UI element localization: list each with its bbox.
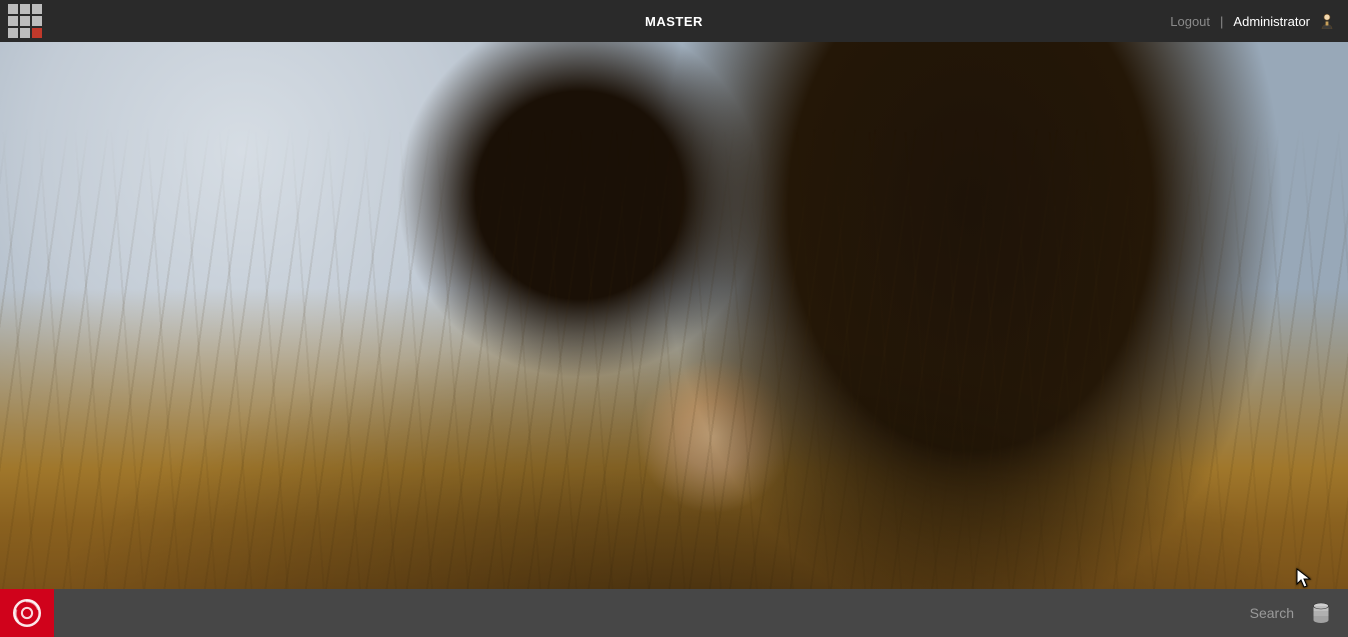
bottom-bar bbox=[0, 589, 1348, 637]
logout-link[interactable]: Logout bbox=[1170, 14, 1210, 29]
search-input[interactable] bbox=[1074, 605, 1294, 621]
user-avatar-icon[interactable] bbox=[1320, 13, 1334, 29]
top-bar: MASTER Logout | Administrator bbox=[0, 0, 1348, 42]
user-name[interactable]: Administrator bbox=[1233, 14, 1310, 29]
hero-image bbox=[0, 42, 1348, 589]
sitecore-logo-icon[interactable] bbox=[0, 589, 54, 637]
bottom-bar-right bbox=[1074, 602, 1348, 624]
database-icon[interactable] bbox=[1312, 602, 1330, 624]
separator: | bbox=[1220, 14, 1223, 29]
page-title: MASTER bbox=[0, 14, 1348, 29]
top-bar-right: Logout | Administrator bbox=[1170, 13, 1348, 29]
app-menu-grid-icon[interactable] bbox=[8, 4, 42, 38]
